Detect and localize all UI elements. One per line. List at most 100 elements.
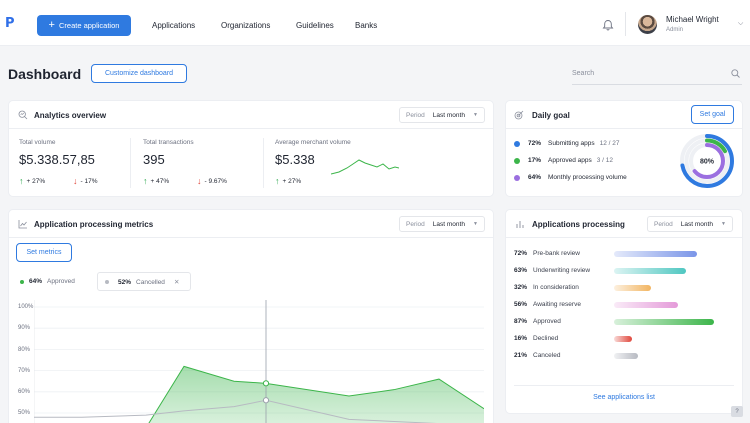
total-volume-down: ↓ - 17%: [73, 176, 97, 186]
processing-label: Pre-bank review: [533, 250, 580, 257]
goal-row: 64% Monthly processing volume: [514, 174, 627, 181]
nav-applications[interactable]: Applications: [152, 21, 195, 30]
analytics-icon: [18, 110, 28, 122]
legend-label: Cancelled: [136, 278, 165, 286]
plus-icon: +: [48, 19, 55, 31]
goal-label: Approved apps: [548, 157, 592, 164]
delta-up-value: + 47%: [150, 177, 170, 185]
legend-dot: [105, 280, 109, 284]
sparkline: [331, 159, 399, 175]
analytics-period-select[interactable]: Period Last month ▼: [399, 107, 485, 123]
divider: [506, 237, 742, 238]
divider: [9, 128, 493, 129]
goal-row: 72% Submitting apps 12 / 27: [514, 140, 620, 147]
processing-label: Underwriting review: [533, 267, 591, 274]
processing-row: 16% Declined: [514, 335, 558, 342]
legend-cancelled[interactable]: 52% Cancelled ✕: [105, 278, 179, 286]
processing-bar: [614, 319, 714, 325]
period-value: Last month: [432, 220, 465, 228]
delta-down-value: - 17%: [80, 177, 98, 185]
y-tick: 80%: [18, 347, 31, 353]
processing-row: 87% Approved: [514, 318, 561, 325]
total-volume-value: $5.338.57,85: [19, 152, 95, 167]
search-input[interactable]: Search: [572, 64, 742, 85]
page-title: Dashboard: [8, 66, 82, 82]
period-value: Last month: [432, 111, 465, 119]
metrics-period-select[interactable]: Period Last month ▼: [399, 216, 485, 232]
goal-dot: [514, 157, 520, 164]
period-value: Last month: [680, 220, 713, 228]
avg-merchant-volume-label: Average merchant volume: [275, 139, 351, 146]
legend-approved[interactable]: 64% Approved: [20, 278, 75, 285]
period-label: Period: [406, 111, 425, 119]
goal-dot: [514, 174, 520, 181]
goal-donut-chart: 80%: [680, 134, 734, 188]
processing-label: Awaiting reserve: [533, 301, 581, 308]
see-applications-list-link[interactable]: See applications list: [505, 394, 743, 401]
close-icon[interactable]: ✕: [174, 278, 179, 286]
customize-dashboard-button[interactable]: Customize dashboard: [91, 64, 187, 83]
y-tick: 90%: [18, 325, 31, 331]
divider: [514, 385, 734, 386]
processing-area-chart[interactable]: [34, 300, 484, 423]
chevron-down-icon[interactable]: ⌵: [738, 20, 743, 28]
arrow-down-icon: ↓: [73, 176, 78, 186]
nav-guidelines[interactable]: Guidelines: [296, 21, 334, 30]
line-chart-icon: [18, 219, 28, 231]
delta-up-value: + 27%: [26, 177, 46, 185]
processing-row: 21% Canceled: [514, 352, 560, 359]
cancelled-point[interactable]: [262, 397, 270, 404]
nav-organizations[interactable]: Organizations: [221, 21, 270, 30]
goal-row: 17% Approved apps 3 / 12: [514, 157, 613, 164]
processing-label: In consideration: [533, 284, 579, 291]
processing-period-select[interactable]: Period Last month ▼: [647, 216, 733, 232]
total-transactions-value: 395: [143, 152, 165, 167]
create-application-button[interactable]: + Create application: [37, 15, 131, 36]
processing-bar: [614, 285, 651, 291]
y-tick: 60%: [18, 389, 31, 395]
legend-pct: 64%: [29, 278, 43, 285]
y-tick: 50%: [18, 410, 31, 416]
create-application-label: Create application: [58, 21, 120, 30]
analytics-title: Analytics overview: [34, 111, 107, 120]
processing-pct: 32%: [514, 284, 528, 291]
legend-dot: [20, 279, 24, 284]
delta-up-value: + 27%: [282, 177, 302, 185]
total-volume-label: Total volume: [19, 139, 56, 146]
applications-processing-title: Applications processing: [532, 220, 625, 229]
processing-row: 56% Awaiting reserve: [514, 301, 581, 308]
approved-point[interactable]: [262, 380, 270, 387]
processing-row: 63% Underwriting review: [514, 267, 590, 274]
search-icon[interactable]: [731, 69, 740, 78]
bell-icon[interactable]: [602, 19, 614, 31]
search-placeholder: Search: [572, 70, 595, 77]
top-bar: P + Create application Applications Orga…: [0, 0, 750, 46]
goal-dot: [514, 140, 520, 147]
bar-chart-icon: [515, 219, 525, 231]
goal-pct: 17%: [528, 157, 542, 164]
chevron-down-icon: ▼: [472, 221, 478, 227]
chat-icon[interactable]: ?: [731, 406, 743, 417]
processing-label: Canceled: [533, 352, 561, 359]
processing-pct: 56%: [514, 301, 528, 308]
divider: [9, 237, 493, 238]
goal-label: Submitting apps: [548, 140, 595, 147]
set-metrics-button[interactable]: Set metrics: [16, 243, 72, 262]
y-tick: 100%: [18, 304, 34, 310]
approved-area: [34, 366, 484, 423]
processing-metrics-title: Application processing metrics: [34, 220, 154, 229]
avatar[interactable]: [638, 15, 657, 34]
set-goal-button[interactable]: Set goal: [691, 105, 734, 124]
user-name[interactable]: Michael Wright: [666, 15, 719, 24]
processing-bar: [614, 268, 686, 274]
nav-banks[interactable]: Banks: [355, 21, 377, 30]
processing-pct: 72%: [514, 250, 528, 257]
app-logo[interactable]: P: [5, 16, 15, 31]
total-transactions-up: ↑ + 47%: [143, 176, 169, 186]
avg-merchant-volume-value: $5.338: [275, 152, 315, 167]
divider: [506, 128, 742, 129]
total-volume-up: ↑ + 27%: [19, 176, 45, 186]
chevron-down-icon: ▼: [472, 112, 478, 118]
processing-bar: [614, 353, 638, 359]
legend-pct: 52%: [118, 278, 132, 286]
